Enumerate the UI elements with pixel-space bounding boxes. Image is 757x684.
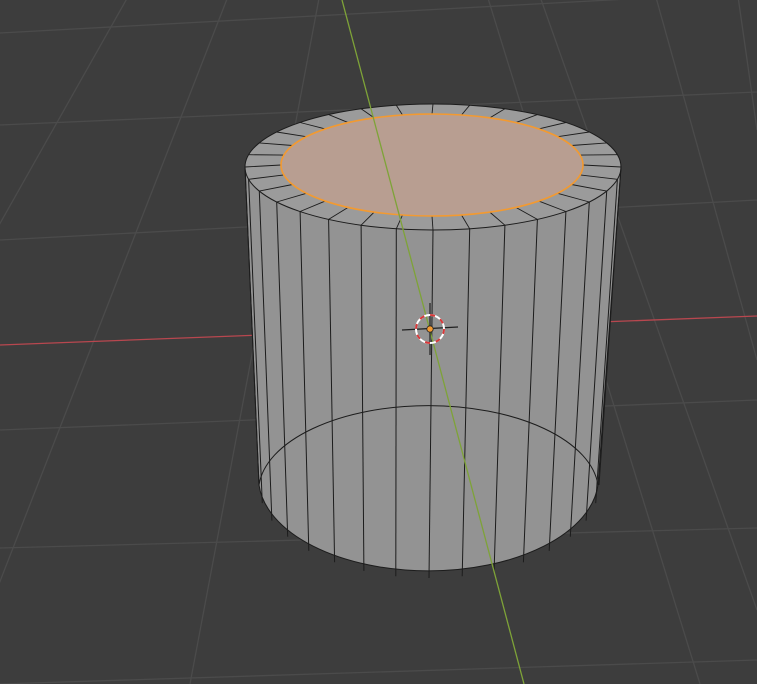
selected-top-face[interactable] — [280, 113, 584, 217]
viewport-3d[interactable] — [0, 0, 757, 684]
side-edge — [395, 228, 397, 577]
scene-svg[interactable] — [0, 0, 757, 684]
